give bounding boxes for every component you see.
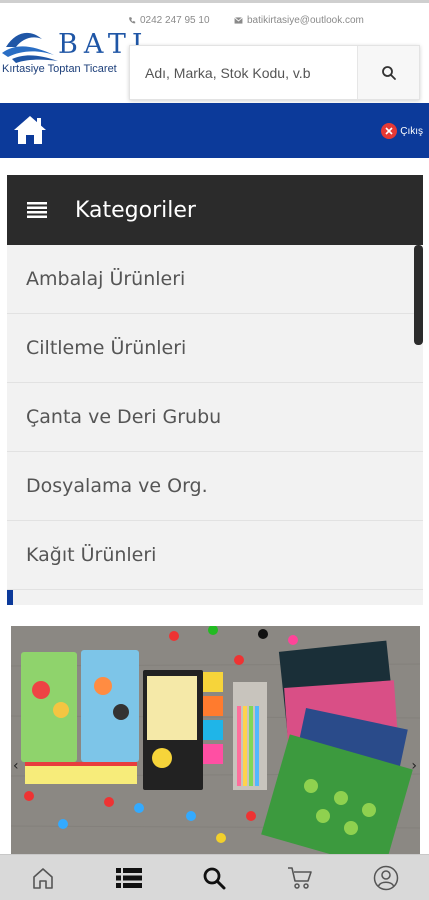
cart-icon — [288, 866, 313, 889]
close-icon — [381, 123, 398, 139]
nav-search-button[interactable] — [194, 858, 234, 898]
list-icon — [115, 867, 142, 888]
home-icon — [14, 116, 46, 144]
home-icon — [33, 867, 53, 889]
search-icon — [204, 867, 226, 889]
slider-prev-icon[interactable]: ‹ — [13, 758, 19, 774]
slider-next-icon[interactable]: › — [411, 758, 417, 774]
main-nav-bar: Çıkış — [0, 103, 429, 158]
brand-logo[interactable]: BATI Kırtasiye Toptan Ticaret — [2, 23, 143, 85]
bottom-nav — [0, 854, 429, 900]
logout-button[interactable]: Çıkış — [381, 123, 423, 139]
nav-cart-button[interactable] — [280, 858, 320, 898]
phone-text: 0242 247 95 10 — [140, 15, 210, 26]
category-item[interactable]: Çanta ve Deri Grubu — [7, 383, 423, 452]
search-button[interactable] — [357, 46, 419, 99]
category-item[interactable]: Kağıt Ürünleri — [7, 521, 423, 590]
category-scrollbar[interactable] — [414, 245, 423, 345]
search-input[interactable] — [130, 46, 357, 99]
promo-banner[interactable]: ‹ › — [11, 626, 420, 856]
category-panel: Kategoriler Ambalaj Ürünleri Ciltleme Ür… — [7, 175, 423, 605]
list-accent — [7, 590, 13, 605]
category-list: Ambalaj Ürünleri Ciltleme Ürünleri Çanta… — [7, 245, 423, 605]
user-icon — [373, 865, 399, 890]
category-title: Kategoriler — [75, 197, 196, 223]
category-header[interactable]: Kategoriler — [7, 175, 423, 245]
brand-tagline: Kırtasiye Toptan Ticaret — [2, 63, 117, 75]
wave-logo-icon — [2, 32, 58, 63]
email-text: batikirtasiye@outlook.com — [247, 15, 364, 26]
logout-label: Çıkış — [400, 125, 423, 137]
home-button[interactable] — [12, 113, 48, 147]
category-item[interactable]: Ciltleme Ürünleri — [7, 314, 423, 383]
nav-home-button[interactable] — [23, 858, 63, 898]
mail-icon — [234, 17, 243, 24]
menu-icon — [27, 202, 47, 218]
contact-email[interactable]: batikirtasiye@outlook.com — [234, 15, 364, 26]
nav-account-button[interactable] — [366, 858, 406, 898]
phone-icon — [129, 17, 136, 24]
banner-image — [11, 626, 420, 856]
search-bar — [129, 45, 420, 100]
contact-phone[interactable]: 0242 247 95 10 — [128, 15, 210, 26]
search-icon — [381, 65, 396, 80]
category-item[interactable]: Ambalaj Ürünleri — [7, 245, 423, 314]
top-header: BATI Kırtasiye Toptan Ticaret 0242 247 9… — [0, 0, 429, 100]
nav-categories-button[interactable] — [109, 858, 149, 898]
category-item[interactable]: Dosyalama ve Org. — [7, 452, 423, 521]
